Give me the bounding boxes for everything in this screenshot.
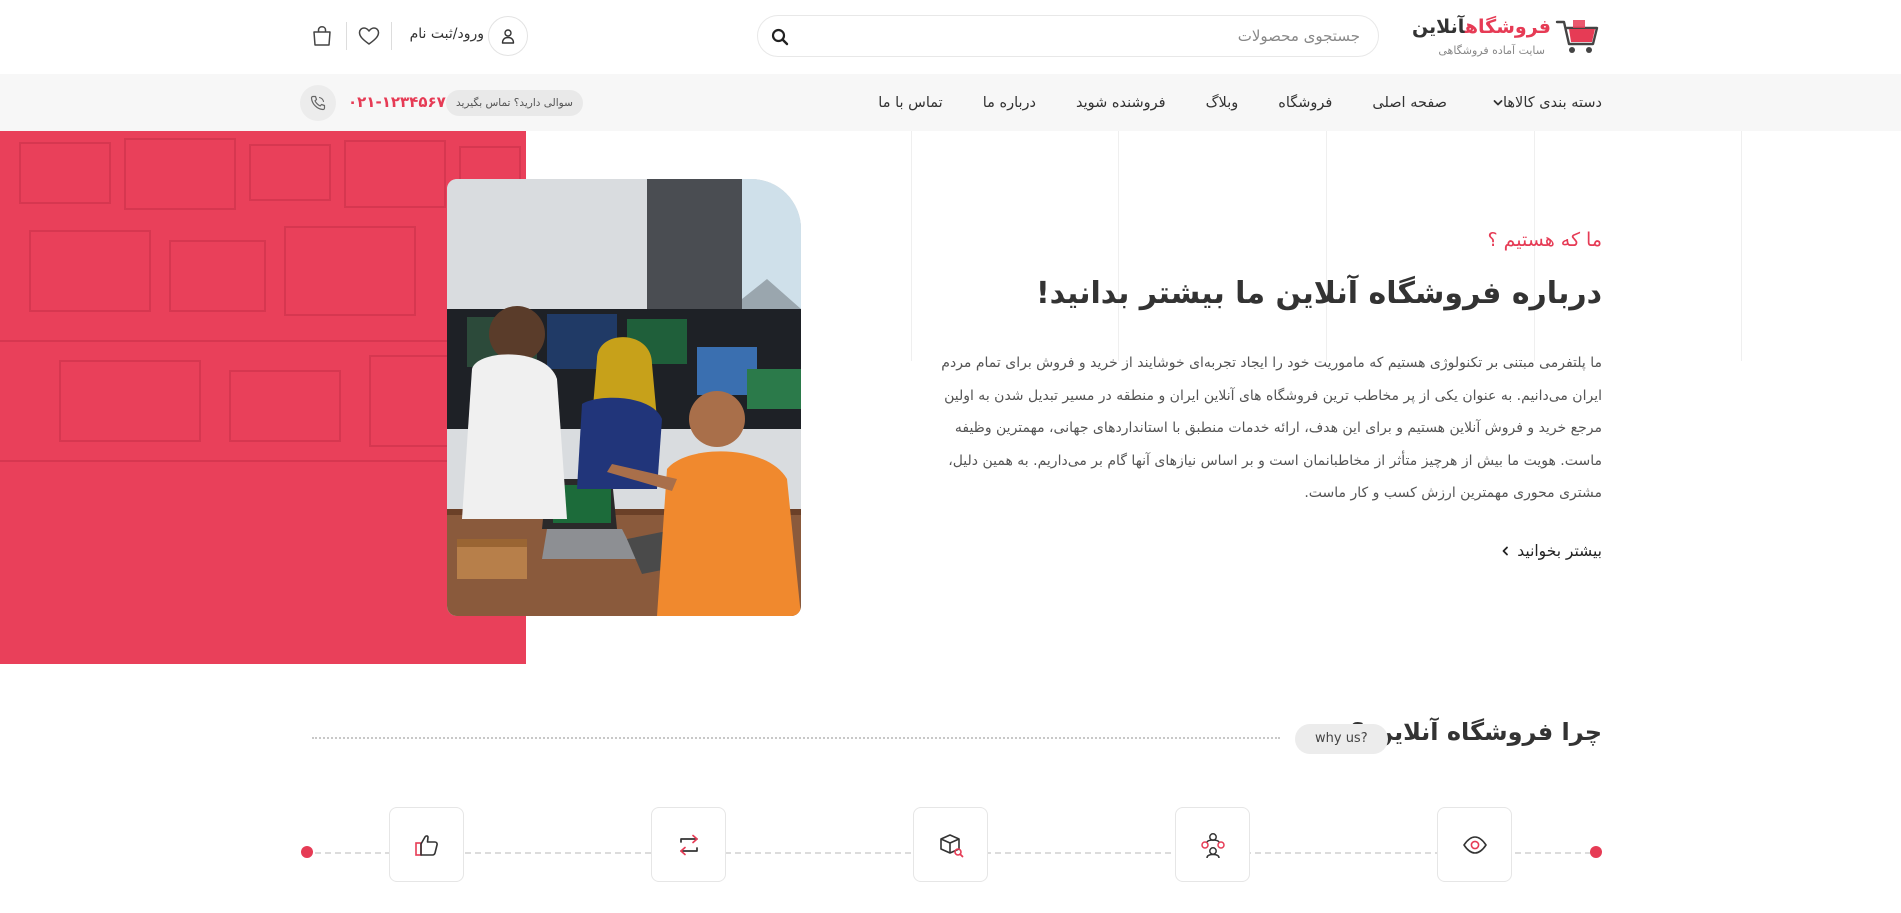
- feature-card[interactable]: [913, 807, 988, 882]
- cart-logo-icon: [1555, 20, 1599, 53]
- about-description-line: مشتری محوری مهمترین ارزش کسب و کار ماست.: [1304, 485, 1602, 501]
- team-office-illustration: [447, 179, 801, 616]
- team-photo: [447, 179, 801, 616]
- why-us-badge: why us?: [1295, 724, 1388, 754]
- grid-line: [1326, 131, 1327, 361]
- exchange-icon: [679, 834, 698, 855]
- nav-item-categories[interactable]: دسته بندی کالاها: [1487, 95, 1602, 111]
- user-account-button[interactable]: [488, 16, 528, 56]
- site-logo[interactable]: فروشگاهآنلاین سایت آماده فروشگاهی: [1412, 14, 1599, 60]
- search-box: [757, 15, 1379, 57]
- divider: [346, 22, 347, 50]
- eye-icon: [1462, 835, 1487, 854]
- feature-card[interactable]: [1175, 807, 1250, 882]
- search-icon: [771, 28, 789, 46]
- timeline-dot: [1590, 846, 1602, 858]
- nav-item-contact[interactable]: تماس با ما: [878, 95, 942, 111]
- login-register-link[interactable]: ورود/ثبت نام: [410, 26, 484, 42]
- nav-item-shop[interactable]: فروشگاه: [1278, 95, 1332, 111]
- box-search-icon: [939, 833, 963, 857]
- phone-number[interactable]: ۰۲۱-۱۲۳۴۵۶۷: [348, 93, 446, 111]
- nav-item-become-seller[interactable]: فروشنده شوید: [1076, 95, 1166, 111]
- divider: [391, 22, 392, 50]
- read-more-label: بیشتر بخوانید: [1517, 542, 1602, 560]
- feature-card[interactable]: [1437, 807, 1512, 882]
- site-header: فروشگاهآنلاین سایت آماده فروشگاهی ورود/ث…: [0, 0, 1901, 74]
- nav-item-label: دسته بندی کالاها: [1502, 94, 1602, 111]
- about-description-line: ما پلتفرمی مبتنی بر تکنولوژی هستیم که ما…: [941, 355, 1602, 371]
- nav-item-blog[interactable]: وبلاگ: [1206, 95, 1239, 111]
- section-divider: [312, 737, 1280, 739]
- phone-icon: [310, 95, 326, 111]
- shopping-bag-icon[interactable]: [310, 24, 334, 48]
- brand-name-rest: آنلاین: [1411, 16, 1465, 38]
- about-title: درباره فروشگاه آنلاین ما بیشتر بدانید!: [1035, 276, 1602, 311]
- about-description: ما پلتفرمی مبتنی بر تکنولوژی هستیم که ما…: [941, 347, 1602, 510]
- grid-line: [1118, 131, 1119, 361]
- timeline-dot: [301, 846, 313, 858]
- feature-card[interactable]: [389, 807, 464, 882]
- why-us-title: چرا فروشگاه آنلاین ؟: [1350, 718, 1602, 746]
- brand-tagline: سایت آماده فروشگاهی: [1438, 44, 1545, 57]
- about-description-line: مرجع خرید و فروش آنلاین هستیم و برای این…: [954, 420, 1602, 436]
- chevron-left-icon: [1502, 546, 1509, 556]
- users-icon: [1200, 832, 1225, 858]
- main-navbar: دسته بندی کالاها صفحه اصلی فروشگاه وبلاگ…: [0, 74, 1901, 131]
- about-subtitle: ما که هستیم ؟: [1487, 229, 1602, 251]
- user-actions: ورود/ثبت نام: [310, 16, 530, 56]
- thumbs-up-icon: [414, 834, 438, 856]
- nav-item-home[interactable]: صفحه اصلی: [1372, 95, 1447, 111]
- user-icon: [501, 29, 515, 44]
- contact-info: ۰۲۱-۱۲۳۴۵۶۷ سوالی دارید؟ تماس بگیرید: [300, 83, 590, 121]
- search-button[interactable]: [768, 25, 792, 49]
- wishlist-heart-icon[interactable]: [357, 24, 381, 48]
- about-description-line: ماست. هویت ما بیش از هرچیز متأثر از مخاط…: [948, 452, 1602, 469]
- chevron-down-icon: [1493, 99, 1503, 105]
- brand-name: فروشگاهآنلاین: [1412, 16, 1551, 38]
- read-more-link[interactable]: بیشتر بخوانید: [1501, 542, 1602, 560]
- about-description-line: ایران می‌دانیم. به عنوان یکی از پر مخاطب…: [944, 387, 1602, 404]
- brand-name-main: فروشگاه: [1464, 16, 1551, 38]
- search-input[interactable]: [820, 16, 1360, 56]
- phone-button[interactable]: [300, 85, 336, 121]
- nav-menu: دسته بندی کالاها صفحه اصلی فروشگاه وبلاگ…: [878, 74, 1602, 131]
- nav-item-about[interactable]: درباره ما: [983, 95, 1036, 111]
- feature-card[interactable]: [651, 807, 726, 882]
- contact-question-badge: سوالی دارید؟ تماس بگیرید: [446, 90, 583, 116]
- grid-line: [1741, 131, 1742, 361]
- grid-line: [911, 131, 912, 361]
